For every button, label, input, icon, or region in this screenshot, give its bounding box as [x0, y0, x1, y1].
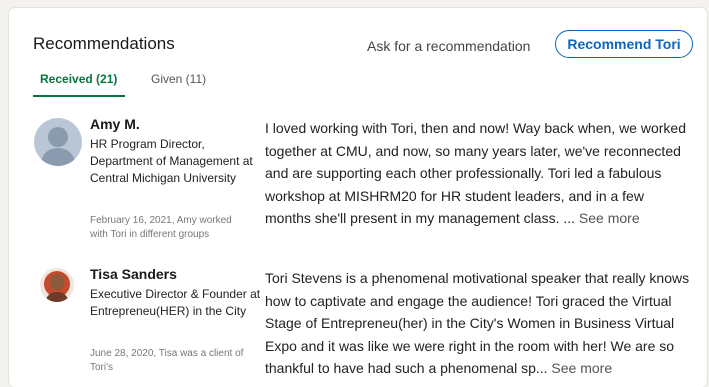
recommendation-body: Tori Stevens is a phenomenal motivationa…	[265, 270, 690, 376]
tab-given[interactable]: Given (11)	[151, 72, 206, 86]
recommender-name[interactable]: Tisa Sanders	[90, 266, 177, 282]
recommender-name[interactable]: Amy M.	[90, 116, 140, 132]
recommendation-item: Amy M. HR Program Director, Department o…	[33, 116, 703, 246]
tab-received[interactable]: Received (21)	[33, 72, 126, 97]
recommend-button[interactable]: Recommend Tori	[555, 30, 693, 58]
active-tab-underline	[33, 95, 126, 97]
recommendation-meta: February 16, 2021, Amy worked with Tori …	[90, 215, 232, 240]
see-more-link[interactable]: See more	[579, 210, 640, 226]
recommender-role: Executive Director & Founder at Entrepre…	[90, 287, 261, 318]
section-title: Recommendations	[33, 34, 175, 53]
avatar[interactable]	[34, 118, 82, 166]
avatar[interactable]	[40, 268, 74, 302]
ask-recommendation-link[interactable]: Ask for a recommendation	[367, 38, 530, 54]
tab-given-label: Given (11)	[151, 72, 207, 86]
recommender-role: HR Program Director, Department of Manag…	[90, 137, 253, 185]
tab-received-label: Received (21)	[40, 72, 118, 86]
recommendation-text: I loved working with Tori, then and now!…	[265, 117, 692, 230]
recommendation-meta: June 28, 2020, Tisa was a client of Tori…	[90, 348, 244, 373]
recommendation-text: Tori Stevens is a phenomenal motivationa…	[265, 267, 692, 380]
see-more-link[interactable]: See more	[551, 360, 612, 376]
recommendations-card: Recommendations Ask for a recommendation…	[9, 8, 707, 387]
recommendation-item: Tisa Sanders Executive Director & Founde…	[33, 266, 703, 381]
